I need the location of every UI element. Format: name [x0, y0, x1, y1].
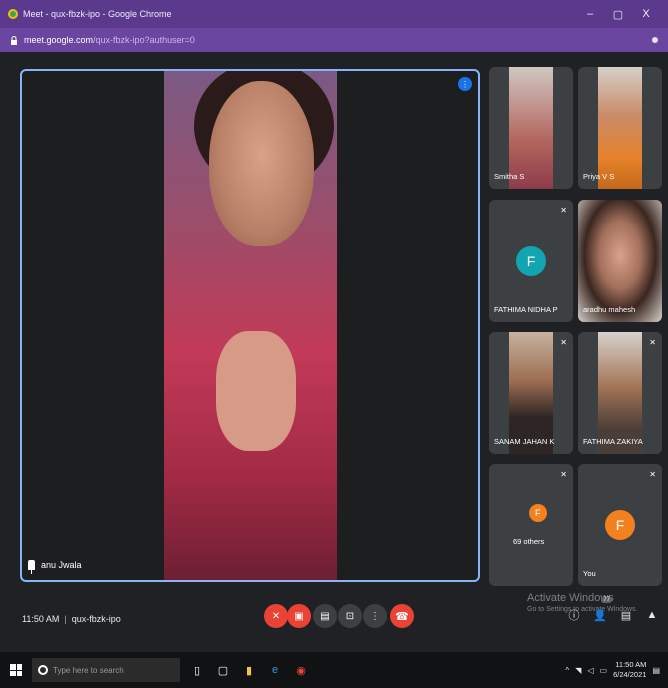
search-placeholder: Type here to search: [53, 665, 124, 675]
more-vert-icon: ⋮: [370, 610, 380, 622]
participant-video: [509, 332, 553, 454]
mic-icon[interactable]: ▯: [188, 661, 206, 679]
notifications-icon[interactable]: ▤: [652, 666, 660, 675]
mic-off-icon: ✕: [560, 206, 567, 215]
volume-icon[interactable]: ◁: [587, 666, 593, 675]
minimize-button[interactable]: –: [576, 8, 604, 20]
chat-icon: ▤: [620, 609, 632, 622]
participant-name: SANAM JAHAN K: [494, 437, 555, 446]
self-tile[interactable]: ✕ F You: [578, 464, 662, 586]
taskbar-clock[interactable]: 11:50 AM 6/24/2021: [613, 660, 646, 680]
windows-start-icon[interactable]: [10, 664, 22, 676]
participant-name: FATHIMA NIDHA P: [494, 305, 558, 314]
present-button[interactable]: ⊡: [338, 604, 362, 628]
camera-toggle-button[interactable]: ▣: [287, 604, 311, 628]
chrome-title-bar: Meet - qux-fbzk-ipo - Google Chrome – ▢ …: [0, 0, 668, 28]
mic-off-icon: ✕: [649, 470, 656, 479]
clock-time: 11:50 AM: [615, 660, 647, 669]
participant-name: Smitha S: [494, 172, 525, 181]
tray-chevron-icon[interactable]: ^: [565, 666, 569, 675]
participant-video: [598, 67, 642, 189]
taskbar-search[interactable]: Type here to search: [32, 658, 180, 682]
main-participant-video: [164, 71, 337, 580]
participant-tile[interactable]: aradhu mahesh: [578, 200, 662, 322]
chat-button[interactable]: ▤: [618, 606, 634, 624]
others-avatar: F: [528, 503, 547, 522]
window-title: Meet - qux-fbzk-ipo - Google Chrome: [23, 9, 172, 19]
info-button[interactable]: ⓘ: [566, 606, 582, 624]
self-avatar: F: [605, 510, 635, 540]
meeting-details[interactable]: 11:50 AM | qux-fbzk-ipo: [22, 614, 121, 624]
main-participant-name: anu Jwala: [41, 560, 82, 570]
task-view-icon[interactable]: ▢: [214, 661, 232, 679]
activities-button[interactable]: ▲: [644, 606, 660, 624]
meeting-code: qux-fbzk-ipo: [71, 614, 121, 624]
people-icon: 👤: [593, 609, 607, 622]
url-path: /qux-fbzk-ipo?authuser=0: [93, 35, 195, 45]
profile-icon[interactable]: [652, 37, 658, 43]
bottom-control-bar: 11:50 AM | qux-fbzk-ipo ✕ ▣ ▤ ⊡ ⋮ ☎ Activa…: [0, 592, 668, 652]
participant-video: [509, 67, 553, 189]
cortana-icon: [38, 665, 48, 675]
phone-hangup-icon: ☎: [395, 610, 409, 623]
others-count: 69 others: [513, 537, 545, 546]
battery-icon[interactable]: ▭: [600, 666, 608, 675]
participant-tile[interactable]: ✕ FATHIMA ZAKIYA: [578, 332, 662, 454]
people-button[interactable]: 👤 77: [592, 597, 612, 624]
mic-off-icon: ✕: [271, 610, 281, 622]
mic-off-icon: ✕: [560, 470, 567, 479]
participant-name: FATHIMA ZAKIYA: [583, 437, 643, 446]
edge-icon[interactable]: e: [266, 661, 284, 679]
main-video-tile[interactable]: ⋮ anu Jwala: [20, 69, 480, 582]
mic-toggle-button[interactable]: ✕: [264, 604, 288, 628]
captions-button[interactable]: ▤: [313, 604, 337, 628]
participant-tile[interactable]: ✕ SANAM JAHAN K: [489, 332, 573, 454]
self-label: You: [583, 569, 596, 578]
system-tray: ^ ◥ ◁ ▭ 11:50 AM 6/24/2021 ▤: [565, 652, 660, 688]
others-tile[interactable]: ✕ F 69 others: [489, 464, 573, 586]
maximize-button[interactable]: ▢: [604, 8, 632, 21]
participant-video: [598, 332, 642, 454]
address-bar[interactable]: meet.google.com/qux-fbzk-ipo?authuser=0: [0, 28, 668, 52]
present-icon: ⊡: [345, 610, 355, 622]
url-host: meet.google.com: [24, 35, 94, 45]
speaking-indicator-icon: ⋮: [458, 77, 472, 91]
network-icon[interactable]: ◥: [575, 666, 581, 675]
captions-icon: ▤: [320, 610, 330, 622]
more-options-button[interactable]: ⋮: [363, 604, 387, 628]
url-text[interactable]: meet.google.com/qux-fbzk-ipo?authuser=0: [24, 35, 652, 45]
mic-off-icon: ✕: [560, 338, 567, 347]
meet-stage: ⋮ anu Jwala Smitha S Priya V S ✕ F FATHI…: [0, 52, 668, 652]
side-panel-controls: ⓘ 👤 77 ▤ ▲: [566, 597, 660, 624]
activities-icon: ▲: [646, 609, 658, 621]
end-call-button[interactable]: ☎: [390, 604, 414, 628]
close-button[interactable]: X: [632, 8, 660, 20]
participant-name: Priya V S: [583, 172, 615, 181]
participant-name: aradhu mahesh: [583, 305, 636, 314]
mic-off-icon: ✕: [649, 338, 656, 347]
participant-tile[interactable]: ✕ F FATHIMA NIDHA P: [489, 200, 573, 322]
windows-taskbar: Type here to search ▯ ▢ ▮ e ◉ ^ ◥ ◁ ▭ 11…: [0, 652, 668, 688]
clock-date: 6/24/2021: [613, 670, 647, 679]
file-explorer-icon[interactable]: ▮: [240, 661, 258, 679]
camera-off-icon: ▣: [294, 610, 304, 622]
participants-badge: 77: [601, 597, 612, 603]
pin-icon[interactable]: [28, 560, 35, 574]
main-participant-label: anu Jwala: [28, 560, 82, 574]
participant-avatar: F: [516, 246, 546, 276]
participant-tile[interactable]: Priya V S: [578, 67, 662, 189]
participant-tile[interactable]: Smitha S: [489, 67, 573, 189]
info-icon: ⓘ: [568, 610, 580, 622]
chrome-icon[interactable]: ◉: [292, 661, 310, 679]
meeting-time: 11:50 AM: [22, 614, 60, 624]
lock-icon: [11, 35, 17, 45]
meet-favicon-icon: [8, 9, 18, 19]
participant-video: [578, 200, 662, 322]
